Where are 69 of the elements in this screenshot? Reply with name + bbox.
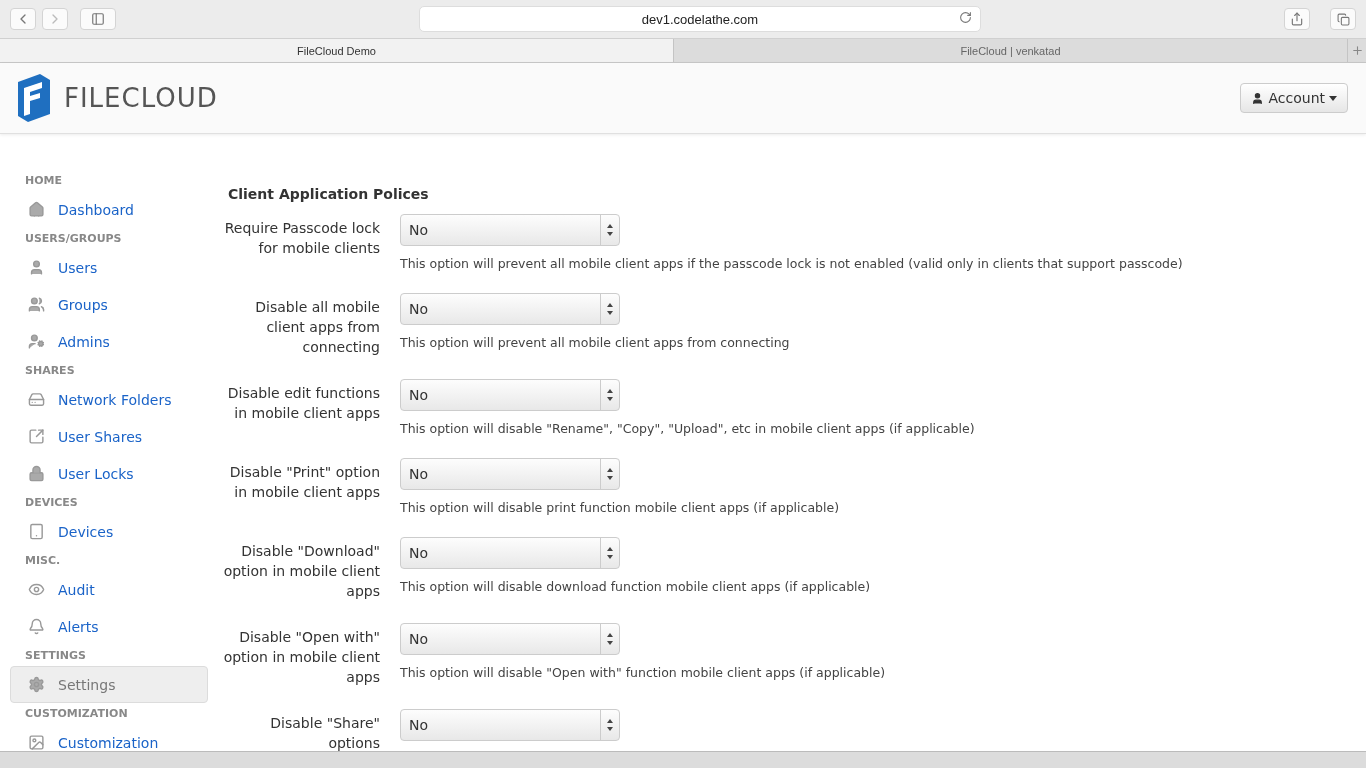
eye-icon [28,581,45,598]
setting-description: This option will disable download function mobile client apps (if applicable) [400,579,871,594]
sidebar-section-heading: HOME [24,173,64,189]
setting-label: Disable all mobile client apps from connecting [254,298,380,357]
sidebar-item[interactable]: Alerts [10,608,208,645]
sidebar-icon [91,12,105,26]
settings-icon [28,676,45,693]
sidebar-item[interactable]: Network Folders [10,381,208,418]
setting-description: This option will disable print function mobile client apps (if applicable) [400,500,840,515]
group-icon [28,296,45,313]
select-field[interactable]: No [400,379,620,411]
account-button[interactable]: Account [1240,83,1348,113]
sidebar-item[interactable]: Devices [10,513,208,550]
select-field[interactable]: No [400,293,620,325]
sidebar-item[interactable]: Customization [10,724,208,751]
tabs-icon [1336,12,1350,26]
user-icon [1251,91,1265,105]
logo-icon [16,74,52,122]
tablet-icon [28,523,45,540]
address-bar[interactable]: dev1.codelathe.com [419,6,981,32]
lock-icon [28,465,45,482]
select-field[interactable]: No [400,537,620,569]
sidebar-item[interactable]: User Shares [10,418,208,455]
new-tab-icon[interactable] [1348,39,1366,62]
sidebar-item[interactable]: Groups [10,286,208,323]
reload-icon[interactable] [959,11,972,24]
share-icon [1290,12,1304,26]
share-icon [28,428,45,445]
browser-tab[interactable]: FileCloud | venkatad [674,39,1348,62]
sidebar-item[interactable]: Settings [10,666,208,703]
browser-tab[interactable]: FileCloud Demo [0,39,674,62]
sidebar-item[interactable]: Dashboard [10,191,208,228]
caret-icon [1329,95,1337,101]
setting-description: This option will disable "Open with" function mobile client apps (if applicable) [400,665,886,680]
image-icon [28,734,45,751]
sidebar-section-heading: DEVICES [24,495,79,511]
sidebar-item[interactable]: Admins [10,323,208,360]
setting-label: Disable "Open with" option in mobile client apps [222,628,380,687]
sidebar-section-heading: SHARES [24,363,76,379]
sidebar-toggle-button[interactable] [80,8,116,30]
tabs-button[interactable] [1330,8,1356,30]
logo-text: FILECLOUD [64,83,218,113]
sidebar-section-heading: SETTINGS [24,648,87,664]
setting-description: This option will disable "Rename", "Copy", "Upload", etc in mobile client apps (if applicable) [400,421,975,436]
select-field[interactable]: No [400,214,620,246]
select-field[interactable]: No [400,623,620,655]
sidebar-item[interactable]: Users [10,249,208,286]
bell-icon [28,618,45,635]
sidebar-section-heading: CUSTOMIZATION [24,706,129,722]
drive-icon [28,391,45,408]
back-button[interactable] [10,8,36,30]
admin-user-icon [28,333,45,350]
sidebar-section-heading: USERS/GROUPS [24,231,123,247]
setting-label: Disable "Share" options [269,714,380,751]
share-button[interactable] [1284,8,1310,30]
sidebar-item[interactable]: User Locks [10,455,208,492]
home-icon [28,201,45,218]
setting-label: Require Passcode lock for mobile clients [223,219,380,258]
select-field[interactable]: No [400,709,620,741]
select-field[interactable]: No [400,458,620,490]
setting-label: Disable edit functions in mobile client apps [226,384,380,423]
setting-label: Disable "Download" option in mobile client apps [222,542,380,601]
section-title: Client Application Polices [227,186,430,202]
setting-description: This option will prevent all mobile client apps if the passcode lock is not enabled (valid only in clients that support passcode) [400,256,1183,271]
setting-description: This option will prevent all mobile client apps from connecting [400,335,790,350]
setting-label: Disable "Print" option in mobile client apps [228,463,380,502]
user-icon [28,259,45,276]
sidebar-item[interactable]: Audit [10,571,208,608]
sidebar-section-heading: MISC. [24,553,62,569]
